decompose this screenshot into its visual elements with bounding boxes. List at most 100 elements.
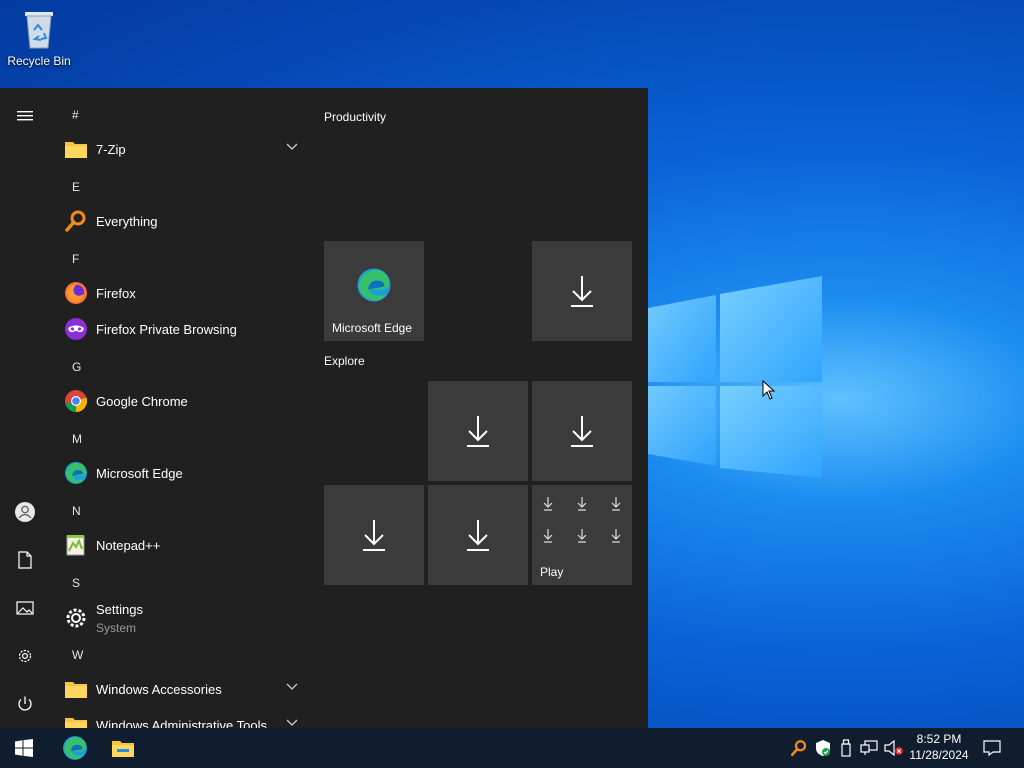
folder-icon	[65, 682, 87, 698]
pictures-button[interactable]	[0, 588, 50, 628]
hamburger-icon	[17, 111, 33, 121]
app-label: Microsoft Edge	[96, 465, 183, 481]
app-windows-accessories[interactable]: Windows Accessories	[62, 671, 308, 707]
app-label: Firefox	[96, 285, 136, 301]
taskbar: 8:52 PM 11/28/2024	[0, 728, 1024, 768]
notification-icon	[983, 740, 1001, 756]
recycle-bin-icon	[25, 12, 53, 49]
folder-icon	[65, 718, 87, 728]
expand-menu-button[interactable]	[0, 96, 50, 136]
chevron-down-icon	[286, 143, 298, 150]
firefox-icon	[65, 282, 87, 304]
letter-header[interactable]: S	[72, 576, 80, 590]
notepadpp-icon	[66, 535, 85, 556]
start-menu: # 7-Zip E Everything F Firefox Firefox P…	[0, 88, 648, 728]
settings-button[interactable]	[0, 636, 50, 676]
taskbar-clock[interactable]: 8:52 PM 11/28/2024	[900, 731, 978, 763]
app-label: Windows Accessories	[96, 681, 222, 697]
app-settings[interactable]: Settings System	[62, 598, 308, 638]
windows-wallpaper-logo	[648, 276, 822, 478]
download-arrow-icon	[467, 416, 489, 447]
settings-gear-icon	[66, 608, 86, 628]
app-windows-admin-tools[interactable]: Windows Administrative Tools	[62, 707, 308, 728]
app-everything[interactable]: Everything	[62, 203, 308, 239]
start-button[interactable]	[0, 728, 48, 768]
tile-play-folder[interactable]: Play	[532, 485, 632, 585]
app-firefox-private[interactable]: Firefox Private Browsing	[62, 311, 308, 347]
app-firefox[interactable]: Firefox	[62, 275, 308, 311]
start-rail	[0, 88, 50, 728]
letter-header[interactable]: F	[72, 252, 79, 266]
download-arrow-icon	[363, 520, 385, 551]
clock-date: 11/28/2024	[909, 748, 969, 762]
documents-button[interactable]	[0, 540, 50, 580]
app-label: Windows Administrative Tools	[96, 717, 267, 729]
gear-icon	[18, 649, 32, 663]
group-title-explore[interactable]: Explore	[324, 354, 365, 368]
edge-icon	[65, 462, 87, 484]
power-icon	[18, 696, 32, 711]
tray-usb[interactable]	[836, 728, 856, 768]
letter-header[interactable]: #	[72, 108, 79, 122]
windows-logo-icon	[15, 739, 33, 757]
document-icon	[18, 551, 32, 569]
mouse-cursor-icon	[762, 380, 776, 400]
tile-download-placeholder[interactable]	[324, 485, 424, 585]
shield-icon	[816, 740, 830, 756]
letter-header[interactable]: M	[72, 432, 82, 446]
letter-header[interactable]: W	[72, 648, 83, 662]
tile-download-placeholder[interactable]	[532, 381, 632, 481]
letter-header[interactable]: N	[72, 504, 81, 518]
tray-network[interactable]	[858, 728, 880, 768]
network-icon	[860, 740, 878, 755]
firefox-private-icon	[65, 318, 87, 340]
taskbar-file-explorer-button[interactable]	[99, 728, 147, 768]
app-label: Notepad++	[96, 537, 161, 553]
folder-icon	[65, 142, 87, 158]
app-7zip[interactable]: 7-Zip	[62, 131, 308, 167]
chevron-down-icon	[286, 683, 298, 690]
power-button[interactable]	[0, 684, 50, 724]
tile-label: Play	[540, 565, 564, 579]
recycle-bin-label: Recycle Bin	[7, 54, 71, 68]
chevron-down-icon	[286, 719, 298, 726]
tile-microsoft-edge[interactable]: Microsoft Edge	[324, 241, 424, 341]
app-label: Firefox Private Browsing	[96, 321, 237, 337]
letter-header[interactable]: G	[72, 360, 81, 374]
app-label: Settings	[96, 602, 143, 617]
everything-search-icon	[790, 740, 807, 757]
edge-icon	[357, 268, 391, 302]
app-notepad-plus-plus[interactable]: Notepad++	[62, 527, 308, 563]
tile-download-placeholder[interactable]	[428, 381, 528, 481]
app-label: Google Chrome	[96, 393, 188, 409]
user-icon	[15, 502, 35, 522]
picture-icon	[16, 601, 34, 615]
everything-search-icon	[65, 210, 86, 232]
edge-icon	[63, 736, 87, 760]
tile-download-placeholder[interactable]	[532, 241, 632, 341]
app-google-chrome[interactable]: Google Chrome	[62, 383, 308, 419]
group-title-productivity[interactable]: Productivity	[324, 110, 386, 124]
chrome-icon	[65, 390, 88, 413]
tile-label: Microsoft Edge	[332, 321, 413, 335]
tray-everything[interactable]	[788, 728, 810, 768]
download-arrow-grid-icon	[543, 497, 621, 543]
recycle-bin-desktop-icon[interactable]: Recycle Bin	[4, 6, 74, 68]
usb-icon	[841, 739, 851, 757]
download-arrow-icon	[571, 416, 593, 447]
download-arrow-icon	[467, 520, 489, 551]
app-sublabel: System	[96, 621, 137, 635]
tray-security[interactable]	[812, 728, 834, 768]
action-center-button[interactable]	[978, 728, 1006, 768]
app-list[interactable]: # 7-Zip E Everything F Firefox Firefox P…	[50, 88, 312, 728]
app-microsoft-edge[interactable]: Microsoft Edge	[62, 455, 308, 491]
tile-area: Productivity Microsoft Edge Explore Play	[312, 88, 648, 728]
app-label: Everything	[96, 213, 158, 229]
user-account-button[interactable]	[0, 492, 50, 532]
app-label: 7-Zip	[96, 141, 126, 157]
clock-time: 8:52 PM	[916, 732, 962, 746]
download-arrow-icon	[571, 276, 593, 307]
taskbar-edge-button[interactable]	[51, 728, 99, 768]
tile-download-placeholder[interactable]	[428, 485, 528, 585]
letter-header[interactable]: E	[72, 180, 80, 194]
